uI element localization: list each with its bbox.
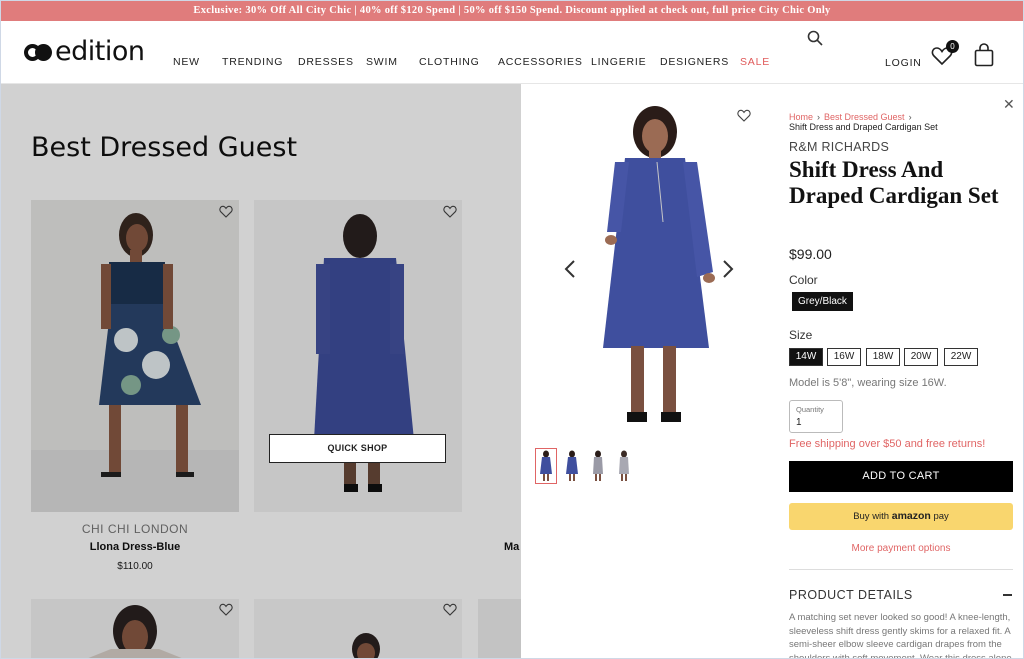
thumbnail[interactable] (613, 448, 635, 484)
search-icon[interactable] (807, 30, 823, 46)
chevron-right-icon: › (817, 112, 821, 122)
nav-item-designers[interactable]: DESIGNERS (660, 56, 729, 68)
site-header: edition (0, 21, 1024, 84)
nav-item-accessories[interactable]: ACCESSORIES (498, 56, 583, 68)
add-to-cart-button[interactable]: ADD TO CART (789, 461, 1013, 492)
nav-item-swim[interactable]: SWIM (366, 56, 398, 68)
nav-item-lingerie[interactable]: LINGERIE (591, 56, 646, 68)
size-option-14w[interactable]: 14W (789, 348, 823, 366)
nav-item-new[interactable]: NEW (173, 56, 200, 68)
size-option-18w[interactable]: 18W (866, 348, 900, 366)
nav-item-trending[interactable]: TRENDING (222, 56, 283, 68)
amazon-logo-text: amazon (891, 510, 931, 522)
nav-item-sale[interactable]: SALE (740, 56, 770, 68)
quantity-label: Quantity (796, 405, 824, 414)
size-option-16w[interactable]: 16W (827, 348, 861, 366)
site-logo[interactable]: edition (24, 36, 145, 67)
thumbnail[interactable] (587, 448, 609, 484)
product-main-image[interactable] (591, 102, 721, 432)
product-price: $99.00 (789, 246, 832, 262)
quick-view-panel: ✕ Home › Best Dressed Guest › Shift Dres… (521, 84, 1024, 659)
amazon-pay-button[interactable]: Buy with amazon pay (789, 503, 1013, 530)
thumbnail[interactable] (561, 448, 583, 484)
size-option-20w[interactable]: 20W (904, 348, 938, 366)
breadcrumb-home[interactable]: Home (789, 112, 813, 122)
wishlist-count-badge: 0 (946, 40, 959, 53)
collapse-minus-icon[interactable] (1003, 594, 1012, 596)
nav-item-dresses[interactable]: DRESSES (298, 56, 354, 68)
close-icon[interactable]: ✕ (1003, 96, 1015, 113)
shipping-note: Free shipping over $50 and free returns! (789, 438, 986, 450)
shopping-bag-icon[interactable] (974, 43, 994, 67)
size-label: Size (789, 328, 813, 342)
chevron-right-icon[interactable] (721, 258, 735, 280)
quantity-value: 1 (796, 417, 802, 428)
amazon-pay-prefix: Buy with (853, 511, 890, 522)
product-details-heading[interactable]: PRODUCT DETAILS (789, 588, 913, 602)
model-size-note: Model is 5'8", wearing size 16W. (789, 377, 947, 389)
quantity-field[interactable]: Quantity 1 (789, 400, 843, 433)
breadcrumb-category[interactable]: Best Dressed Guest (824, 112, 905, 122)
product-details-text: A matching set never looked so good! A k… (789, 612, 1012, 659)
amazon-pay-suffix: pay (933, 511, 949, 522)
logo-mark-icon (24, 41, 54, 63)
wishlist-heart-icon[interactable] (737, 109, 751, 122)
logo-wordmark: edition (55, 36, 145, 67)
thumbnail[interactable] (535, 448, 557, 484)
chevron-left-icon[interactable] (563, 258, 577, 280)
login-link[interactable]: LOGIN (885, 57, 922, 69)
color-option-selected[interactable]: Grey/Black (792, 292, 853, 311)
breadcrumb: Home › Best Dressed Guest › (789, 112, 916, 122)
product-brand[interactable]: R&M RICHARDS (789, 140, 889, 154)
thumbnail-strip (535, 448, 635, 484)
quick-shop-button[interactable]: QUICK SHOP (269, 434, 446, 463)
size-option-22w[interactable]: 22W (944, 348, 978, 366)
chevron-right-icon: › (908, 112, 912, 122)
nav-item-clothing[interactable]: CLOTHING (419, 56, 480, 68)
product-title: Shift Dress And Draped Cardigan Set (789, 157, 999, 208)
color-label: Color (789, 273, 818, 287)
more-payment-options-link[interactable]: More payment options (789, 543, 1013, 554)
breadcrumb-current: Shift Dress and Draped Cardigan Set (789, 122, 938, 132)
modal-backdrop[interactable] (0, 84, 521, 659)
promo-banner: Exclusive: 30% Off All City Chic | 40% o… (0, 0, 1024, 21)
divider (789, 569, 1013, 570)
